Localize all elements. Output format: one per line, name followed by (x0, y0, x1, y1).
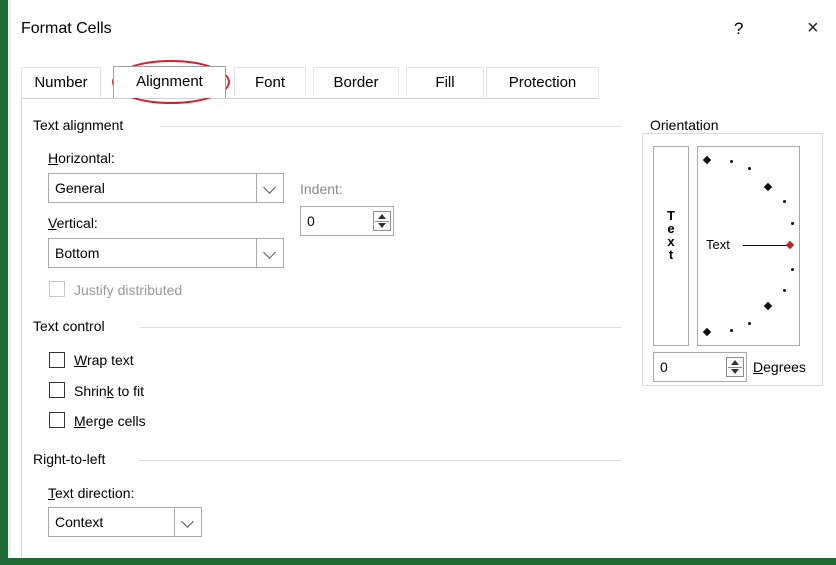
dial-dot-icon (783, 289, 786, 292)
vertical-label: Vertical: (48, 215, 98, 231)
tab-border-label: Border (333, 74, 379, 91)
wrap-text-label: Wrap text (74, 352, 134, 368)
dial-dot-icon (730, 160, 733, 163)
merge-cells-checkbox[interactable] (49, 412, 65, 428)
tab-alignment[interactable]: Alignment (113, 66, 226, 98)
tab-protection-label: Protection (508, 74, 577, 91)
tab-font[interactable]: Font (234, 67, 306, 97)
indent-value: 0 (307, 213, 315, 229)
horizontal-value: General (55, 180, 105, 196)
shrink-to-fit-checkbox[interactable] (49, 382, 65, 398)
orientation-group-title: Orientation (648, 117, 725, 133)
horizontal-select[interactable]: General (48, 173, 284, 203)
tab-number[interactable]: Number (21, 67, 101, 97)
tab-fill[interactable]: Fill (406, 67, 484, 97)
dial-handle-icon[interactable] (785, 240, 795, 250)
text-alignment-divider (160, 126, 622, 127)
text-direction-dropdown-button[interactable] (174, 508, 201, 536)
dial-dot-icon (730, 329, 733, 332)
text-control-group-title: Text control (33, 318, 111, 334)
text-direction-label: Text direction: (48, 485, 135, 501)
dial-dot-icon (748, 322, 751, 325)
indent-spinner[interactable]: 0 (300, 206, 394, 236)
dial-marker-icon (763, 182, 773, 192)
horizontal-dropdown-button[interactable] (256, 174, 283, 202)
dial-dot-icon (791, 268, 794, 271)
degrees-value: 0 (660, 359, 668, 375)
dialog-title: Format Cells (21, 20, 112, 37)
dial-pointer-line (743, 245, 787, 246)
vertical-value: Bottom (55, 245, 100, 261)
indent-spin-arrows-icon[interactable] (373, 211, 391, 231)
window-left-inner-border (8, 0, 11, 565)
help-button[interactable]: ? (734, 19, 743, 39)
text-alignment-group-title: Text alignment (33, 117, 130, 133)
close-button[interactable]: × (807, 17, 819, 40)
vertical-select[interactable]: Bottom (48, 238, 284, 268)
chevron-down-icon (263, 246, 276, 259)
justify-distributed-label: Justify distributed (74, 282, 183, 298)
tab-protection[interactable]: Protection (486, 67, 599, 97)
merge-cells-label: Merge cells (74, 413, 146, 429)
tab-alignment-label: Alignment (136, 73, 203, 90)
indent-label: Indent: (300, 181, 343, 197)
chevron-down-icon (263, 181, 276, 194)
dial-dot-icon (783, 200, 786, 203)
orientation-dial[interactable]: Text (697, 146, 800, 346)
dial-text-label: Text (706, 237, 730, 252)
dial-marker-icon (702, 327, 712, 337)
degrees-spinner[interactable]: 0 (653, 352, 747, 382)
tab-font-label: Font (254, 74, 285, 91)
tab-number-label: Number (34, 74, 88, 91)
degrees-label: Degrees (753, 359, 806, 375)
tab-border[interactable]: Border (313, 67, 399, 97)
degrees-spin-arrows-icon[interactable] (726, 357, 744, 377)
dial-marker-icon (702, 155, 712, 165)
shrink-to-fit-label: Shrink to fit (74, 383, 145, 399)
vertical-text-button[interactable]: T e x t (653, 146, 689, 346)
dial-dot-icon (791, 222, 794, 225)
text-control-divider (140, 327, 622, 328)
rtl-group-title: Right-to-left (33, 451, 112, 467)
text-direction-value: Context (55, 514, 104, 530)
vertical-text-char: t (668, 247, 674, 262)
text-direction-select[interactable]: Context (48, 507, 202, 537)
horizontal-label: Horizontal: (48, 150, 115, 166)
dial-marker-icon (763, 301, 773, 311)
chevron-down-icon (181, 515, 194, 528)
dial-dot-icon (748, 167, 751, 170)
window-left-border (0, 0, 8, 565)
justify-distributed-checkbox[interactable] (49, 281, 65, 297)
wrap-text-checkbox[interactable] (49, 352, 65, 368)
rtl-divider (138, 460, 622, 461)
vertical-dropdown-button[interactable] (256, 239, 283, 267)
tab-fill-label: Fill (435, 74, 455, 91)
window-bottom-border (0, 558, 836, 565)
